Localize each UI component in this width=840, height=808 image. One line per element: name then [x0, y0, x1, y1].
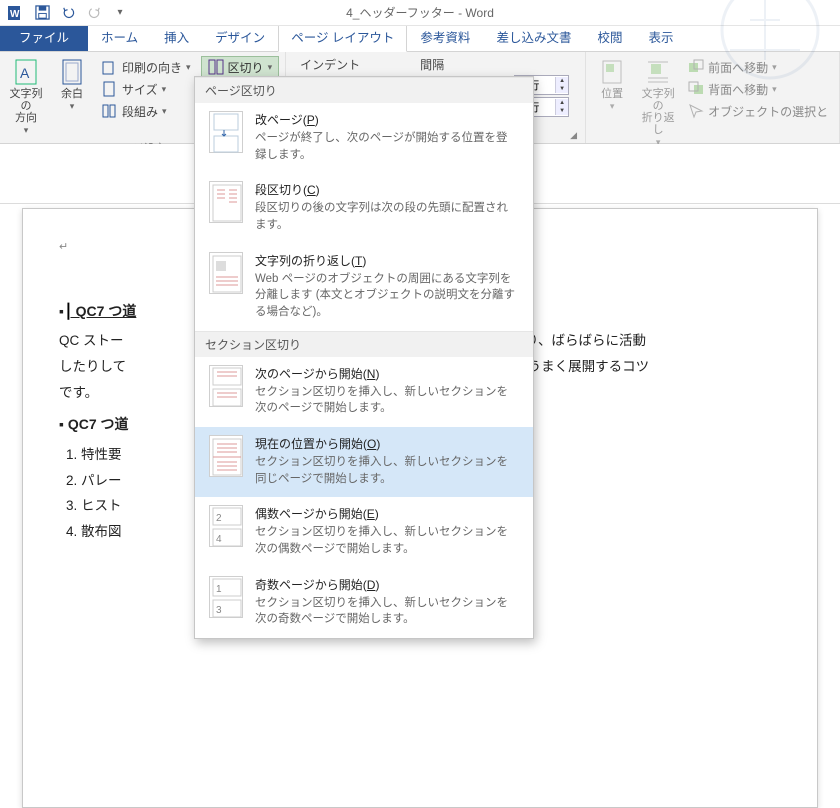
undo-icon[interactable]	[56, 2, 80, 24]
dropdown-section-section-breaks: セクション区切り	[195, 331, 533, 357]
text-direction-button[interactable]: A 文字列の 方向	[6, 56, 46, 138]
tab-page-layout[interactable]: ページ レイアウト	[278, 22, 407, 52]
tab-mailings[interactable]: 差し込み文書	[483, 22, 584, 51]
heading-1: QC7 つ道	[68, 303, 136, 319]
window-title: 4_ヘッダーフッター - Word	[346, 4, 494, 21]
step-down-icon[interactable]: ▼	[556, 85, 568, 93]
break-page-desc: ページが終了し、次のページが開始する位置を登録します。	[255, 130, 519, 163]
break-textwrap-item[interactable]: 文字列の折り返し(T) Web ページのオブジェクトの周囲にある文字列を分離しま…	[195, 244, 533, 331]
break-textwrap-desc: Web ページのオブジェクトの周囲にある文字列を分離します (本文とオブジェクト…	[255, 271, 519, 321]
svg-text:1: 1	[216, 584, 222, 595]
size-label: サイズ	[122, 81, 158, 98]
break-column-item[interactable]: 段区切り(C) 段区切りの後の文字列は次の段の先頭に配置されます。	[195, 173, 533, 243]
section-continuous-icon	[209, 435, 243, 477]
spacing-heading: 間隔	[420, 56, 444, 73]
section-odd-page-title: 奇数ページから開始(D)	[255, 576, 519, 593]
breaks-dropdown: ページ区切り 改ページ(P) ページが終了し、次のページが開始する位置を登録しま…	[194, 76, 534, 639]
section-next-page-item[interactable]: 次のページから開始(N) セクション区切りを挿入し、新しいセクションを次のページ…	[195, 357, 533, 427]
column-break-icon	[209, 181, 243, 223]
save-icon[interactable]	[30, 2, 54, 24]
break-page-title: 改ページ(P)	[255, 111, 519, 128]
section-odd-page-desc: セクション区切りを挿入し、新しいセクションを次の奇数ページで開始します。	[255, 595, 519, 628]
section-next-page-desc: セクション区切りを挿入し、新しいセクションを次のページで開始します。	[255, 384, 519, 417]
break-column-title: 段区切り(C)	[255, 181, 519, 198]
bullet-icon: ▪	[59, 416, 64, 432]
section-even-page-item[interactable]: 24 偶数ページから開始(E) セクション区切りを挿入し、新しいセクションを次の…	[195, 497, 533, 567]
title-bar: W ▾ 4_ヘッダーフッター - Word	[0, 0, 840, 26]
tab-insert[interactable]: 挿入	[151, 22, 202, 51]
qat-customize-icon[interactable]: ▾	[108, 2, 132, 24]
text-direction-label: 文字列の 方向	[8, 88, 44, 124]
orientation-label: 印刷の向き	[122, 59, 182, 76]
section-even-page-desc: セクション区切りを挿入し、新しいセクションを次の偶数ページで開始します。	[255, 524, 519, 557]
bring-forward-button[interactable]: 前面へ移動	[684, 56, 832, 78]
wrap-text-button[interactable]: 文字列の 折り返し	[638, 56, 678, 150]
body-line-2a: したりして	[59, 359, 126, 374]
textwrap-break-icon	[209, 252, 243, 294]
section-even-page-title: 偶数ページから開始(E)	[255, 505, 519, 522]
tab-references[interactable]: 参考資料	[407, 22, 483, 51]
tab-home[interactable]: ホーム	[88, 22, 151, 51]
svg-text:3: 3	[216, 605, 222, 616]
section-next-page-icon	[209, 365, 243, 407]
page-break-icon	[209, 111, 243, 153]
svg-text:2: 2	[216, 513, 222, 524]
tab-review[interactable]: 校閲	[584, 22, 635, 51]
group-arrange: 位置 文字列の 折り返し 前面へ移動 背面へ移動 オブジェクトの選択と	[586, 52, 840, 143]
break-column-desc: 段区切りの後の文字列は次の段の先頭に配置されます。	[255, 200, 519, 233]
step-up-icon[interactable]: ▲	[556, 99, 568, 107]
section-odd-page-item[interactable]: 13 奇数ページから開始(D) セクション区切りを挿入し、新しいセクションを次の…	[195, 568, 533, 638]
indent-heading: インデント	[300, 56, 360, 73]
section-continuous-item[interactable]: 現在の位置から開始(O) セクション区切りを挿入し、新しいセクションを同じページ…	[195, 427, 533, 497]
dropdown-section-page-breaks: ページ区切り	[195, 77, 533, 103]
bullet-icon: ▪	[59, 303, 64, 319]
redo-icon[interactable]	[82, 2, 106, 24]
send-backward-label: 背面へ移動	[708, 81, 768, 98]
heading-2: QC7 つ道	[68, 416, 129, 432]
margins-label: 余白	[61, 88, 83, 100]
document-area: ↵ ▪ QC7 つ道 QC ストー し合ったり、ばらばらに活動 したりして ーリ…	[0, 144, 840, 560]
margins-button[interactable]: 余白	[52, 56, 92, 114]
bring-forward-label: 前面へ移動	[708, 59, 768, 76]
tab-design[interactable]: デザイン	[202, 22, 278, 51]
step-up-icon[interactable]: ▲	[556, 77, 568, 85]
svg-text:W: W	[10, 9, 20, 20]
section-next-page-title: 次のページから開始(N)	[255, 365, 519, 382]
section-odd-page-icon: 13	[209, 576, 243, 618]
section-continuous-desc: セクション区切りを挿入し、新しいセクションを同じページで開始します。	[255, 454, 519, 487]
columns-button[interactable]: 段組み	[98, 100, 195, 122]
selection-pane-button[interactable]: オブジェクトの選択と	[684, 100, 832, 122]
step-down-icon[interactable]: ▼	[556, 107, 568, 115]
position-button[interactable]: 位置	[592, 56, 632, 114]
svg-text:4: 4	[216, 534, 222, 545]
orientation-button[interactable]: 印刷の向き	[98, 56, 195, 78]
body-line-1a: QC ストー	[59, 333, 124, 348]
breaks-button[interactable]: 区切り	[201, 56, 280, 78]
svg-text:A: A	[20, 65, 30, 81]
breaks-label: 区切り	[228, 59, 264, 76]
position-label: 位置	[601, 88, 623, 100]
wrap-label: 文字列の 折り返し	[640, 88, 676, 136]
columns-label: 段組み	[122, 103, 158, 120]
word-app-icon: W	[4, 2, 28, 24]
quick-access-toolbar: W ▾	[4, 2, 132, 24]
send-backward-button[interactable]: 背面へ移動	[684, 78, 832, 100]
selection-pane-label: オブジェクトの選択と	[708, 103, 828, 120]
size-button[interactable]: サイズ	[98, 78, 195, 100]
section-continuous-title: 現在の位置から開始(O)	[255, 435, 519, 452]
paragraph-launcher-icon[interactable]: ◢	[570, 130, 579, 141]
break-page-item[interactable]: 改ページ(P) ページが終了し、次のページが開始する位置を登録します。	[195, 103, 533, 173]
break-textwrap-title: 文字列の折り返し(T)	[255, 252, 519, 269]
section-even-page-icon: 24	[209, 505, 243, 547]
